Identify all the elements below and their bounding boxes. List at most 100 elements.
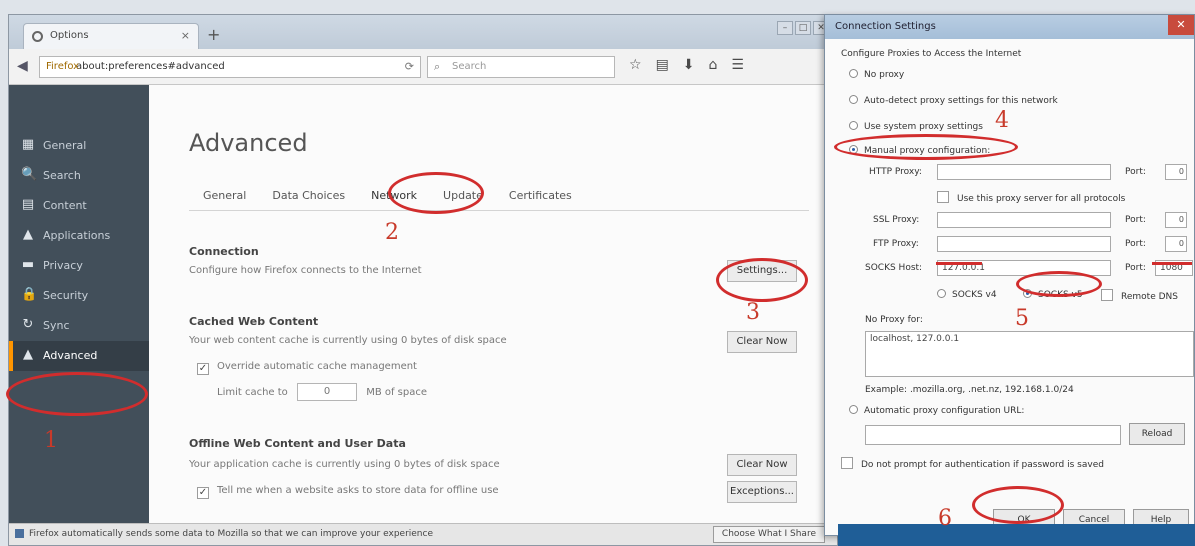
cache-limit-unit: MB of space bbox=[366, 387, 428, 398]
override-cache-checkbox[interactable]: ✓ bbox=[197, 363, 209, 375]
search-placeholder: Search bbox=[452, 61, 487, 72]
ftp-proxy-label: FTP Proxy: bbox=[873, 239, 919, 249]
use-all-protocols-checkbox[interactable] bbox=[937, 191, 949, 203]
ftp-port-field[interactable]: 0 bbox=[1165, 236, 1187, 252]
window-controls: – □ ✕ bbox=[777, 21, 829, 35]
use-all-protocols-row[interactable]: Use this proxy server for all protocols bbox=[937, 191, 1125, 204]
maximize-icon[interactable]: □ bbox=[795, 21, 811, 35]
no-prompt-row[interactable]: Do not prompt for authentication if pass… bbox=[841, 457, 1104, 470]
browser-tab[interactable]: Options × bbox=[23, 23, 199, 49]
windows-taskbar bbox=[838, 524, 1195, 546]
socks-v4-option[interactable]: SOCKS v4 bbox=[937, 289, 997, 300]
ftp-proxy-field[interactable] bbox=[937, 236, 1111, 252]
site-identity[interactable]: Firefox bbox=[46, 61, 79, 72]
dialog-title-bar: Connection Settings ✕ bbox=[825, 15, 1194, 39]
cached-content-heading: Cached Web Content bbox=[189, 315, 319, 328]
reload-icon[interactable]: ⟳ bbox=[405, 60, 414, 73]
new-tab-button[interactable]: + bbox=[207, 25, 220, 44]
bookmark-star-icon[interactable]: ☆ bbox=[629, 57, 642, 73]
search-bar[interactable]: ⌕ Search bbox=[427, 56, 615, 78]
home-icon[interactable]: ⌂ bbox=[709, 57, 718, 73]
sidebar-item-general[interactable]: ▦ General bbox=[9, 131, 149, 161]
annotation-ring-ok bbox=[972, 486, 1064, 524]
no-prompt-checkbox[interactable] bbox=[841, 457, 853, 469]
title-bar: Options × + – □ ✕ bbox=[9, 15, 837, 49]
system-proxy-option[interactable]: Use system proxy settings bbox=[849, 121, 983, 132]
preferences-content: Advanced General Data Choices Network Up… bbox=[149, 85, 837, 525]
ssl-port-field[interactable]: 0 bbox=[1165, 212, 1187, 228]
socks-v4-radio[interactable] bbox=[937, 289, 946, 298]
general-icon: ▦ bbox=[21, 137, 35, 152]
dialog-close-icon[interactable]: ✕ bbox=[1168, 15, 1194, 35]
annotation-ring-settings bbox=[716, 258, 808, 302]
back-arrow-icon[interactable]: ◀ bbox=[17, 58, 28, 74]
reload-button[interactable]: Reload bbox=[1129, 423, 1185, 445]
offline-notify-label: Tell me when a website asks to store dat… bbox=[217, 485, 499, 496]
annotation-ring-advanced bbox=[6, 372, 148, 416]
auto-detect-label: Auto-detect proxy settings for this netw… bbox=[864, 96, 1058, 106]
sidebar-item-security[interactable]: 🔒 Security bbox=[9, 281, 149, 311]
no-proxy-radio[interactable] bbox=[849, 69, 858, 78]
privacy-mask-icon: ▬ bbox=[21, 257, 35, 272]
sidebar-item-applications[interactable]: ▲ Applications bbox=[9, 221, 149, 251]
menu-icon[interactable]: ☰ bbox=[731, 57, 744, 73]
ssl-proxy-field[interactable] bbox=[937, 212, 1111, 228]
tab-data-choices[interactable]: Data Choices bbox=[272, 189, 345, 210]
auto-config-url-field[interactable] bbox=[865, 425, 1121, 445]
system-proxy-radio[interactable] bbox=[849, 121, 858, 130]
offline-heading: Offline Web Content and User Data bbox=[189, 437, 406, 450]
preferences-sidebar: ▦ General 🔍 Search ▤ Content ▲ Applications … bbox=[9, 85, 149, 525]
remote-dns-checkbox[interactable] bbox=[1101, 289, 1113, 301]
choose-what-i-share-button[interactable]: Choose What I Share bbox=[712, 526, 825, 543]
sidebar-item-label: Sync bbox=[43, 319, 70, 332]
tab-general[interactable]: General bbox=[203, 189, 246, 210]
http-port-label: Port: bbox=[1125, 167, 1146, 177]
advanced-wizard-icon: ▲ bbox=[23, 347, 33, 362]
http-port-field[interactable]: 0 bbox=[1165, 164, 1187, 180]
auto-config-radio[interactable] bbox=[849, 405, 858, 414]
sync-icon: ↻ bbox=[22, 317, 34, 332]
sidebar-item-content[interactable]: ▤ Content bbox=[9, 191, 149, 221]
annotation-ring-socks-v5 bbox=[1016, 271, 1102, 297]
clear-offline-button[interactable]: Clear Now bbox=[727, 454, 797, 476]
no-proxy-label: No proxy bbox=[864, 70, 905, 80]
toolbar-icons: ☆ ▤ ⬇ ⌂ ☰ bbox=[629, 57, 744, 73]
sidebar-item-privacy[interactable]: ▬ Privacy bbox=[9, 251, 149, 281]
advanced-tabs: General Data Choices Network Update Cert… bbox=[189, 183, 809, 211]
dialog-title: Connection Settings bbox=[835, 21, 936, 32]
screenshot-stage: Options × + – □ ✕ ◀ Firefox about:prefer… bbox=[0, 0, 1195, 546]
no-proxy-for-textarea[interactable]: localhost, 127.0.0.1 bbox=[865, 331, 1194, 377]
remote-dns-row[interactable]: Remote DNS bbox=[1101, 289, 1178, 302]
offline-notify-checkbox[interactable]: ✓ bbox=[197, 487, 209, 499]
proxy-group-label: Configure Proxies to Access the Internet bbox=[841, 49, 1022, 59]
notification-text: Firefox automatically sends some data to… bbox=[29, 529, 433, 539]
download-icon[interactable]: ⬇ bbox=[683, 57, 695, 73]
cache-limit-input[interactable]: 0 bbox=[297, 383, 357, 401]
sidebar-item-sync[interactable]: ↻ Sync bbox=[9, 311, 149, 341]
reading-list-icon[interactable]: ▤ bbox=[656, 57, 669, 73]
connection-description: Configure how Firefox connects to the In… bbox=[189, 265, 422, 276]
no-proxy-option[interactable]: No proxy bbox=[849, 69, 904, 80]
annotation-number-4: 4 bbox=[995, 108, 1009, 133]
clear-cache-button[interactable]: Clear Now bbox=[727, 331, 797, 353]
annotation-number-5: 5 bbox=[1015, 306, 1029, 331]
applications-icon: ▲ bbox=[23, 227, 33, 242]
sidebar-item-advanced[interactable]: ▲ Advanced bbox=[9, 341, 149, 371]
auto-config-option[interactable]: Automatic proxy configuration URL: bbox=[849, 405, 1024, 416]
sidebar-item-label: Search bbox=[43, 169, 81, 182]
url-bar[interactable]: Firefox about:preferences#advanced ⟳ bbox=[39, 56, 421, 78]
sidebar-item-search[interactable]: 🔍 Search bbox=[9, 161, 149, 191]
minimize-icon[interactable]: – bbox=[777, 21, 793, 35]
ssl-port-label: Port: bbox=[1125, 215, 1146, 225]
gear-icon bbox=[32, 31, 43, 42]
tab-certificates[interactable]: Certificates bbox=[509, 189, 572, 210]
auto-detect-option[interactable]: Auto-detect proxy settings for this netw… bbox=[849, 95, 1058, 106]
cache-limit-row: Limit cache to 0 MB of space bbox=[217, 383, 427, 401]
http-proxy-field[interactable] bbox=[937, 164, 1111, 180]
auto-detect-radio[interactable] bbox=[849, 95, 858, 104]
exceptions-button[interactable]: Exceptions... bbox=[727, 481, 797, 503]
http-proxy-label: HTTP Proxy: bbox=[869, 167, 922, 177]
firefox-window: Options × + – □ ✕ ◀ Firefox about:prefer… bbox=[8, 14, 838, 546]
tab-close-icon[interactable]: × bbox=[181, 29, 190, 42]
annotation-number-3: 3 bbox=[746, 300, 760, 325]
